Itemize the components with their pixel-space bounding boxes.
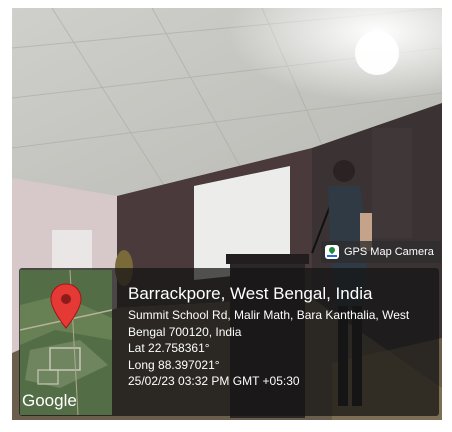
gps-map-camera-icon <box>325 245 339 259</box>
badge-label: GPS Map Camera <box>344 246 434 258</box>
gps-map-camera-badge: GPS Map Camera <box>321 241 441 263</box>
latitude: Lat 22.758361° <box>128 341 210 356</box>
datetime: 25/02/23 03:32 PM GMT +05:30 <box>128 374 300 389</box>
longitude: Long 88.397021° <box>128 357 220 372</box>
photo-frame: GPS Map Camera Google Barrackpore, West … <box>0 0 452 432</box>
location-info: Barrackpore, West Bengal, India Summit S… <box>128 284 428 390</box>
location-title: Barrackpore, West Bengal, India <box>128 284 373 303</box>
map-thumbnail: Google <box>20 270 112 415</box>
map-attribution: Google <box>22 391 77 410</box>
address-line-2: Bengal 700120, India <box>128 324 242 339</box>
address-line-1: Summit School Rd, Malir Math, Bara Kanth… <box>128 308 410 322</box>
